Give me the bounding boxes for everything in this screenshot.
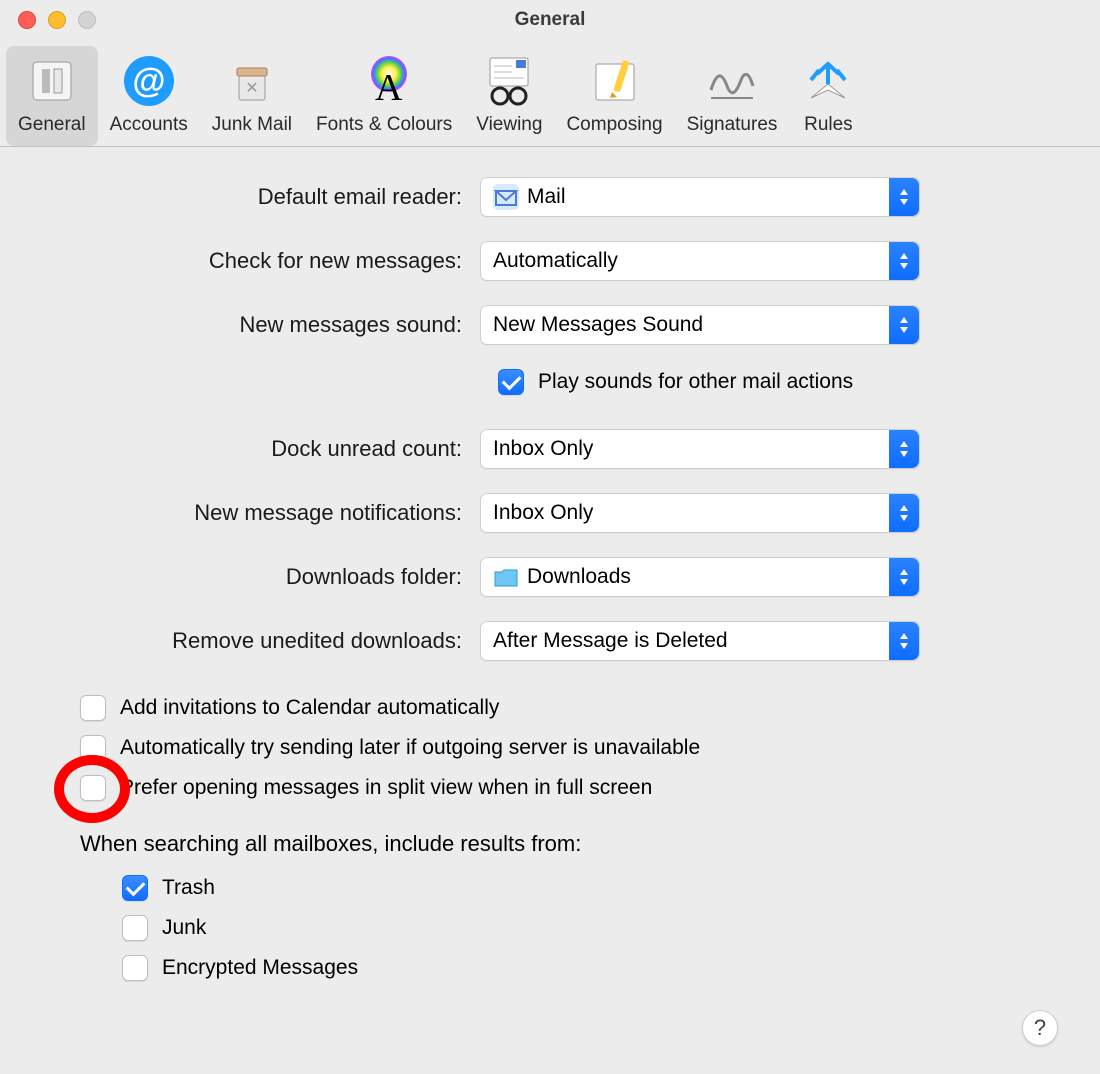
remove-downloads-popup[interactable]: After Message is Deleted — [480, 621, 920, 661]
tab-label: Composing — [566, 114, 662, 136]
tab-label: Accounts — [110, 114, 188, 136]
popup-value: Downloads — [527, 565, 631, 589]
tab-label: Signatures — [687, 114, 778, 136]
popup-value: Automatically — [493, 249, 618, 273]
tab-label: Fonts & Colours — [316, 114, 452, 136]
popup-value: After Message is Deleted — [493, 629, 728, 653]
label-default-reader: Default email reader: — [80, 184, 480, 210]
tab-accounts[interactable]: @ Accounts — [98, 46, 200, 146]
tab-rules[interactable]: Rules — [789, 46, 867, 146]
help-icon: ? — [1034, 1015, 1046, 1041]
chevron-updown-icon — [889, 622, 919, 660]
checkbox-label: Automatically try sending later if outgo… — [120, 736, 700, 760]
viewing-icon — [482, 54, 536, 108]
signature-icon — [705, 54, 759, 108]
label-remove-downloads: Remove unedited downloads: — [80, 628, 480, 654]
checkbox-label: Prefer opening messages in split view wh… — [120, 776, 652, 800]
label-notifications: New message notifications: — [80, 500, 480, 526]
checkbox-label: Encrypted Messages — [162, 956, 358, 980]
popup-value: Inbox Only — [493, 437, 593, 461]
dock-popup[interactable]: Inbox Only — [480, 429, 920, 469]
switch-icon — [25, 54, 79, 108]
chevron-updown-icon — [889, 558, 919, 596]
chevron-updown-icon — [889, 306, 919, 344]
tab-label: Viewing — [476, 114, 542, 136]
general-pane: Default email reader: Mail Check for new… — [0, 147, 1100, 1035]
tab-label: Junk Mail — [212, 114, 292, 136]
label-check-messages: Check for new messages: — [80, 248, 480, 274]
window-title: General — [0, 9, 1100, 31]
include-junk-checkbox[interactable] — [122, 915, 148, 941]
play-sounds-checkbox[interactable] — [498, 369, 524, 395]
chevron-updown-icon — [889, 494, 919, 532]
check-messages-popup[interactable]: Automatically — [480, 241, 920, 281]
trash-icon: ✕ — [225, 54, 279, 108]
include-encrypted-checkbox[interactable] — [122, 955, 148, 981]
label-dock: Dock unread count: — [80, 436, 480, 462]
tab-junk-mail[interactable]: ✕ Junk Mail — [200, 46, 304, 146]
tab-viewing[interactable]: Viewing — [464, 46, 554, 146]
svg-text:✕: ✕ — [245, 80, 258, 97]
svg-text:A: A — [375, 67, 403, 108]
checkbox-label: Junk — [162, 916, 206, 940]
rules-icon — [801, 54, 855, 108]
downloads-folder-popup[interactable]: Downloads — [480, 557, 920, 597]
label-sound: New messages sound: — [80, 312, 480, 338]
sound-popup[interactable]: New Messages Sound — [480, 305, 920, 345]
chevron-updown-icon — [889, 430, 919, 468]
label-downloads-folder: Downloads folder: — [80, 564, 480, 590]
default-reader-popup[interactable]: Mail — [480, 177, 920, 217]
popup-value: New Messages Sound — [493, 313, 703, 337]
tab-label: General — [18, 114, 86, 136]
chevron-updown-icon — [889, 242, 919, 280]
search-section-heading: When searching all mailboxes, include re… — [80, 831, 1020, 857]
notifications-popup[interactable]: Inbox Only — [480, 493, 920, 533]
svg-text:@: @ — [132, 62, 165, 100]
composing-icon — [588, 54, 642, 108]
add-invitations-checkbox[interactable] — [80, 695, 106, 721]
popup-value: Inbox Only — [493, 501, 593, 525]
tab-label: Rules — [804, 114, 853, 136]
checkbox-label: Add invitations to Calendar automaticall… — [120, 696, 499, 720]
tab-composing[interactable]: Composing — [554, 46, 674, 146]
checkbox-label: Play sounds for other mail actions — [538, 370, 853, 394]
checkbox-label: Trash — [162, 876, 215, 900]
split-view-checkbox[interactable] — [80, 775, 106, 801]
popup-value: Mail — [527, 185, 566, 209]
tab-general[interactable]: General — [6, 46, 98, 146]
auto-retry-checkbox[interactable] — [80, 735, 106, 761]
at-icon: @ — [122, 54, 176, 108]
tab-signatures[interactable]: Signatures — [675, 46, 790, 146]
mail-app-icon — [493, 184, 519, 210]
chevron-updown-icon — [889, 178, 919, 216]
folder-icon — [493, 564, 519, 590]
include-trash-checkbox[interactable] — [122, 875, 148, 901]
help-button[interactable]: ? — [1022, 1010, 1058, 1046]
preferences-toolbar: General @ Accounts ✕ Junk Mail A Fonts &… — [0, 40, 1100, 147]
tab-fonts-colours[interactable]: A Fonts & Colours — [304, 46, 464, 146]
titlebar: General — [0, 0, 1100, 40]
fonts-colours-icon: A — [357, 54, 411, 108]
